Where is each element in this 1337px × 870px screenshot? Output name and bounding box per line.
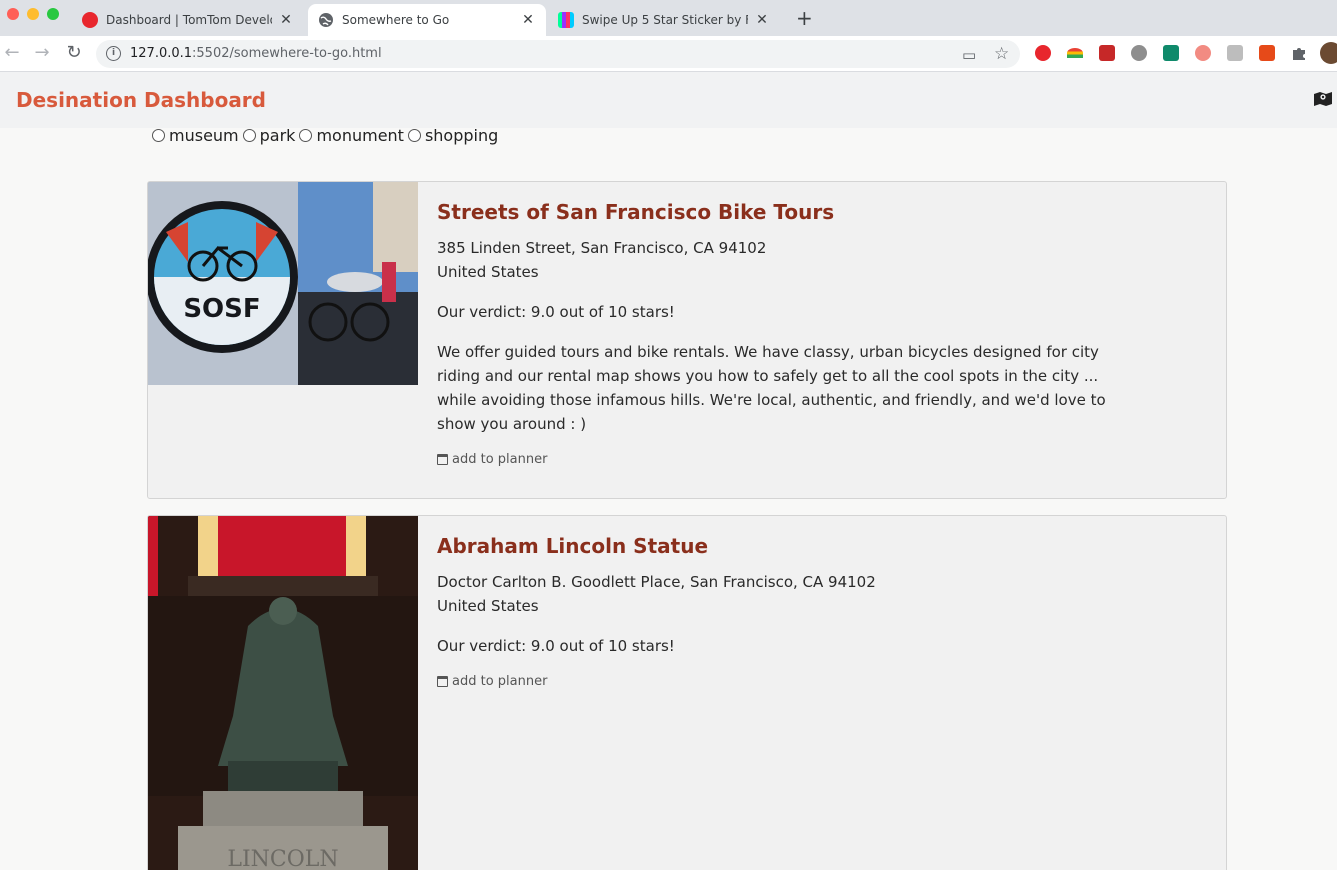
add-to-planner-link[interactable]: add to planner [437,674,1127,689]
back-button[interactable]: ← [0,42,24,63]
close-icon[interactable]: ✕ [520,12,536,28]
profile-avatar[interactable] [1320,42,1337,64]
place-address: 385 Linden Street, San Francisco, CA 941… [437,239,767,281]
photo-logo-text: SOSF [183,294,260,324]
window-close-button[interactable] [7,8,19,20]
photo-engraving-text: LINCOLN [227,847,338,870]
puzzle-icon[interactable] [1291,45,1307,61]
window-minimize-button[interactable] [27,8,39,20]
close-icon[interactable]: ✕ [278,12,294,28]
install-app-icon[interactable]: ▭ [962,46,976,64]
giphy-icon [558,12,574,28]
category-filter: museum park monument shopping [152,126,502,145]
window-maximize-button[interactable] [47,8,59,20]
rainbow-icon[interactable] [1067,48,1083,58]
filter-park[interactable]: park [242,126,295,145]
globe-icon [318,12,334,28]
tab-title: Somewhere to Go [342,13,450,27]
site-navbar: Desination Dashboard [0,72,1337,128]
add-to-planner-link[interactable]: add to planner [437,452,1127,467]
place-details: Abraham Lincoln Statue Doctor Carlton B.… [437,534,1127,689]
translate-icon[interactable] [1227,45,1243,61]
place-card: LINCOLN Abraham Lincoln Statue Doctor Ca… [147,515,1227,870]
filter-museum[interactable]: museum [152,126,239,145]
address-bar[interactable]: i 127.0.0.1:5502/somewhere-to-go.html ▭ … [96,40,1020,68]
calendar-icon [437,454,448,465]
browser-tab-bar: Dashboard | TomTom Develope ✕ Somewhere … [0,0,1337,36]
cast-icon[interactable] [1195,45,1211,61]
grid-off-icon[interactable] [1259,45,1275,61]
place-name[interactable]: Abraham Lincoln Statue [437,534,1127,558]
tab-title: Swipe Up 5 Star Sticker by Fus [582,13,748,27]
url-text: 127.0.0.1:5502/somewhere-to-go.html [130,46,382,61]
place-address: Doctor Carlton B. Goodlett Place, San Fr… [437,573,876,615]
opera-icon[interactable] [1035,45,1051,61]
star-icon[interactable]: ☆ [994,44,1009,64]
radio-button[interactable] [242,129,256,142]
new-tab-button[interactable]: + [796,6,813,30]
feedly-icon[interactable] [1163,45,1179,61]
calendar-icon [437,676,448,687]
place-photo-bike-tours: SOSF [148,182,418,385]
place-card: SOSF Streets of San Francisco Bike Tours… [147,181,1227,499]
tab-swipe-up-sticker[interactable]: Swipe Up 5 Star Sticker by Fus ✕ [548,4,780,36]
filter-shopping[interactable]: shopping [407,126,498,145]
bookmark-red-icon[interactable] [1099,45,1115,61]
place-verdict: Our verdict: 9.0 out of 10 stars! [437,637,675,655]
place-name[interactable]: Streets of San Francisco Bike Tours [437,200,1127,224]
reload-button[interactable]: ↻ [62,42,86,63]
browser-toolbar: ← → ↻ i 127.0.0.1:5502/somewhere-to-go.h… [0,36,1337,72]
close-icon[interactable]: ✕ [754,12,770,28]
site-info-icon[interactable]: i [106,46,121,61]
radio-button[interactable] [299,129,313,142]
place-verdict: Our verdict: 9.0 out of 10 stars! [437,303,675,321]
map-icon[interactable] [1314,91,1332,107]
place-photo-lincoln-statue: LINCOLN [148,516,418,870]
tomtom-icon [82,12,98,28]
tab-somewhere-to-go[interactable]: Somewhere to Go ✕ [308,4,546,36]
radio-button[interactable] [152,129,165,142]
brand-title[interactable]: Desination Dashboard [16,88,266,112]
radio-button[interactable] [407,129,421,142]
tab-title: Dashboard | TomTom Develope [106,13,272,27]
place-details: Streets of San Francisco Bike Tours 385 … [437,200,1127,467]
forward-button[interactable]: → [30,42,54,63]
chat-bubble-icon[interactable] [1131,45,1147,61]
page-content: Desination Dashboard museum park monumen… [0,72,1337,870]
filter-monument[interactable]: monument [299,126,404,145]
place-description: We offer guided tours and bike rentals. … [437,343,1106,433]
tab-tomtom-dashboard[interactable]: Dashboard | TomTom Develope ✕ [72,4,304,36]
